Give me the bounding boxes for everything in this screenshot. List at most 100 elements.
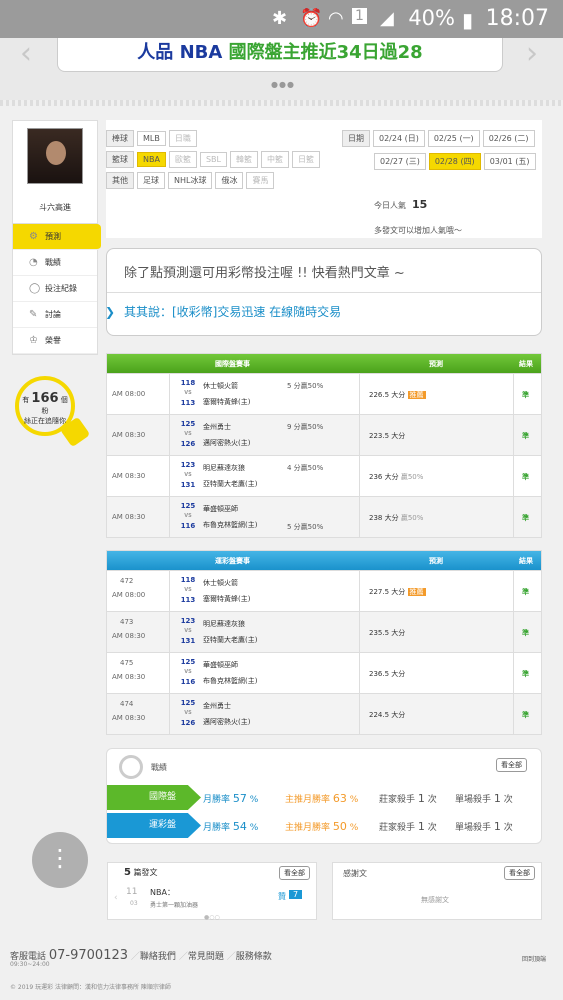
- headline-link[interactable]: 人品 NBA 國際盤主推近34日過28: [57, 38, 503, 72]
- record-cell-unit: 次: [427, 823, 437, 833]
- crown-icon: ♔: [29, 335, 38, 346]
- view-all-thanks-button[interactable]: 看全部: [504, 866, 535, 880]
- clock: 18:07: [485, 6, 549, 31]
- record-cell: 月勝率 54 %: [203, 820, 258, 833]
- notice-line1[interactable]: 除了點預測還可用彩幣投注喔 !! 快看熱門文章 ~: [124, 262, 405, 281]
- spread: 5 分贏50%: [287, 382, 324, 390]
- filter-tag[interactable]: 日籃: [291, 151, 320, 168]
- pencil-icon: ✎: [29, 309, 38, 320]
- date-tag[interactable]: 02/27 (三): [374, 153, 426, 170]
- post-title[interactable]: 勇士第一顆加油器: [150, 900, 198, 909]
- divider: [169, 571, 170, 611]
- sim-icon: 1: [352, 8, 367, 24]
- menu-item-discuss[interactable]: ✎ 討論: [13, 302, 97, 328]
- post-tag[interactable]: NBA：: [150, 887, 175, 898]
- prediction-value: 238 大分: [369, 514, 399, 522]
- header-result: 結果: [519, 360, 533, 368]
- record-panel: 戰績 看全部 國際盤 月勝率 57 % 主推月勝率 63 % 莊家殺手 1 次單場殺手…: [106, 748, 542, 844]
- next-arrow-icon[interactable]: ›: [526, 36, 538, 71]
- filter-tag[interactable]: MLB: [137, 131, 166, 146]
- avatar[interactable]: [27, 128, 83, 184]
- post-dots: ●○○: [204, 914, 220, 921]
- sidebar-menu: ⚙ 預測 ◔ 戰績 ◯ 投注紀錄 ✎ 討論 ♔ 榮譽: [12, 224, 101, 355]
- signal-icon: ◢: [380, 8, 394, 29]
- record-cell-unit: 次: [503, 823, 513, 833]
- score-away: 125: [180, 420, 196, 428]
- menu-item-record[interactable]: ◔ 戰績: [13, 250, 97, 276]
- date-tag[interactable]: 02/25 (一): [427, 130, 480, 147]
- vs-icon: VS: [184, 513, 192, 519]
- contact-link[interactable]: 聯絡我們: [140, 952, 176, 962]
- divider: [169, 456, 170, 496]
- filter-tag[interactable]: 韓籃: [229, 151, 258, 168]
- match-time: AM 08:30: [112, 472, 146, 480]
- prev-arrow-icon[interactable]: ‹: [20, 36, 32, 71]
- filter-tag[interactable]: 中籃: [260, 151, 289, 168]
- faq-link[interactable]: 常見問題: [188, 952, 224, 962]
- vs-icon: VS: [184, 669, 192, 675]
- back-to-top-link[interactable]: 回到頂端: [522, 954, 546, 963]
- view-all-button[interactable]: 看全部: [496, 758, 527, 772]
- filter-row-basketball: 籃球 NBA 歐籃 SBL 韓籃 中籃 日籃: [106, 151, 323, 168]
- filter-tag[interactable]: 俄冰: [215, 172, 244, 189]
- filter-tag[interactable]: 日職: [168, 130, 197, 147]
- filter-tag[interactable]: 歐籃: [168, 151, 197, 168]
- intl-table: 國際盤賽事 預測 結果 AM 08:00 118 VS 113 休士頓火箭 塞爾特黃蜂(主…: [106, 353, 542, 538]
- filter-tag[interactable]: 賽馬: [246, 172, 275, 189]
- game-number: 472: [120, 577, 134, 585]
- team-away: 金州勇士: [203, 702, 231, 710]
- filter-tag[interactable]: SBL: [199, 152, 227, 167]
- date-tag[interactable]: 02/26 (二): [482, 130, 535, 147]
- date-tag-active[interactable]: 02/28 (四): [428, 153, 481, 170]
- result: 準: [522, 514, 529, 522]
- score-home: 126: [180, 719, 196, 727]
- menu-item-predict[interactable]: ⚙ 預測: [13, 224, 101, 250]
- filter-tag-active[interactable]: NBA: [137, 152, 166, 167]
- filter-label: 棒球: [106, 130, 134, 147]
- date-tag[interactable]: 02/24 (日): [373, 130, 425, 147]
- header-result: 結果: [519, 557, 533, 565]
- score-away: 125: [180, 699, 196, 707]
- view-all-posts-button[interactable]: 看全部: [279, 866, 310, 880]
- prev-icon[interactable]: ‹: [114, 893, 118, 903]
- notice-line2[interactable]: 其其說：[收彩幣]交易迅速 在線隨時交易: [124, 303, 341, 320]
- menu-item-bets[interactable]: ◯ 投注紀錄: [13, 276, 97, 302]
- match-time: AM 08:00: [112, 390, 146, 398]
- record-cell-unit: %: [249, 823, 259, 833]
- prediction-win: 贏50%: [400, 514, 424, 522]
- popularity-label: 今日人氣: [374, 201, 406, 210]
- battery-icon: ▮: [462, 8, 474, 32]
- table-header: 國際盤賽事 預測 結果: [107, 354, 541, 373]
- divider: [513, 456, 514, 496]
- date-tag[interactable]: 03/01 (五): [483, 153, 536, 170]
- posts-panel: 5 篇發文 看全部 ‹ 11 03 NBA： 勇士第一顆加油器 贊 7 ●○○: [107, 862, 317, 921]
- copyright: © 2019 玩運彩 法律顧問：漢和信力法律事務所 陳順宗律師: [10, 984, 171, 991]
- result: 準: [522, 670, 529, 678]
- team-away: 華盛頓巫師: [203, 505, 238, 513]
- battery-percent: 40%: [408, 6, 455, 30]
- thumb-icon: 贊: [278, 892, 286, 901]
- service-phone[interactable]: 07-9700123: [49, 948, 128, 963]
- more-menu-button[interactable]: ⋮: [32, 832, 88, 888]
- filter-tag[interactable]: NHL冰球: [168, 172, 213, 189]
- terms-link[interactable]: 服務條款: [236, 952, 272, 962]
- vs-icon: VS: [184, 628, 192, 634]
- filter-tag[interactable]: 足球: [137, 172, 165, 189]
- divider: [359, 415, 360, 455]
- divider: [359, 374, 360, 414]
- divider: [169, 415, 170, 455]
- score-home: 113: [180, 596, 196, 604]
- score-home: 126: [180, 440, 196, 448]
- score: 125 VS 126: [177, 698, 199, 728]
- filter-label: 籃球: [106, 151, 134, 168]
- score-away: 125: [180, 502, 196, 510]
- record-label: 運彩盤: [107, 813, 201, 838]
- record-cell: 主推月勝率 50 %: [285, 820, 358, 833]
- menu-item-honor[interactable]: ♔ 榮譽: [13, 328, 97, 354]
- record-label: 國際盤: [107, 785, 201, 810]
- match-time: AM 08:30: [112, 431, 146, 439]
- record-cell: 莊家殺手 1 次: [379, 792, 437, 805]
- divider: [169, 497, 170, 537]
- divider: [169, 612, 170, 652]
- record-cell-label: 主推月勝率: [285, 823, 331, 833]
